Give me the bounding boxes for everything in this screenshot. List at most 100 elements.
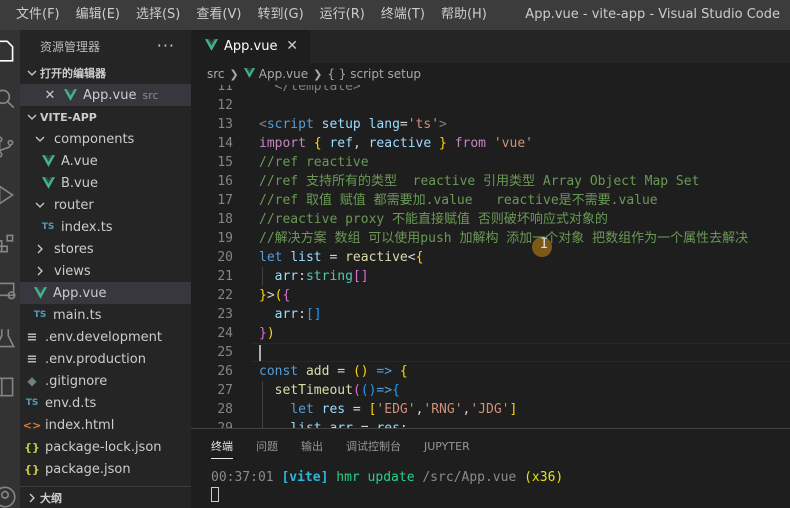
breadcrumb-item-symbol[interactable]: { } script setup [327, 67, 421, 81]
tree-item-5[interactable]: stores [20, 238, 191, 260]
chevron-down-icon [32, 134, 48, 144]
vue-icon [243, 67, 255, 81]
code-token: const [259, 364, 299, 379]
code-line[interactable]: 20 let list = reactive<{ [191, 248, 790, 267]
tree-item-3[interactable]: router [20, 194, 191, 216]
tree-item-1[interactable]: A.vue [20, 150, 191, 172]
outline-header[interactable]: 大纲 [20, 486, 191, 508]
html-icon: <> [22, 418, 42, 432]
code-token: } [439, 136, 447, 151]
code-line[interactable]: 25 [191, 343, 790, 362]
code-token: [] [352, 269, 369, 284]
tree-item-7[interactable]: App.vue [20, 282, 191, 304]
code-line[interactable]: 17 //ref 取值 赋值 都需要加.value reactive是不需要.va… [191, 191, 790, 210]
tree-item-15[interactable]: {} package.json [20, 458, 191, 480]
breadcrumb-item-file[interactable]: App.vue [259, 67, 308, 81]
source-control-icon[interactable] [0, 128, 20, 164]
code-token: 'vue' [493, 136, 533, 151]
tree-item-9[interactable]: ≡ .env.development [20, 326, 191, 348]
tree-item-10[interactable]: ≡ .env.production [20, 348, 191, 370]
line-number: 29 [191, 419, 233, 428]
code-token: //解决方案 数组 可以使用push 加解构 添加一个对象 把数组作为一个属性去… [259, 231, 749, 246]
project-header[interactable]: VITE-APP [20, 106, 191, 128]
tree-item-0[interactable]: components [20, 128, 191, 150]
code-line[interactable]: 27 setTimeout(()=>{ [191, 381, 790, 400]
code-token: ( [352, 383, 361, 398]
panel-tab-3[interactable]: 调试控制台 [346, 429, 401, 465]
code-token: 'JDG' [470, 402, 510, 417]
run-debug-icon[interactable] [0, 176, 20, 212]
code-line[interactable]: 11 </template> [191, 85, 790, 96]
explorer-icon[interactable] [0, 32, 20, 68]
code-line[interactable]: 26 const add = () => { [191, 362, 790, 381]
remote-explorer-icon[interactable] [0, 272, 20, 308]
code-token: arr [329, 421, 352, 428]
file-tree: components A.vue B.vue router TS index.ts stor… [20, 128, 191, 480]
open-editor-item-app-vue[interactable]: ✕ App.vue src [20, 84, 191, 106]
search-icon[interactable] [0, 80, 20, 116]
notebook-icon[interactable] [0, 368, 20, 404]
tree-item-label: stores [54, 241, 94, 257]
menu-item-0[interactable]: 文件(F) [0, 0, 68, 30]
code-line[interactable]: 29 list.arr = res; [191, 419, 790, 428]
code-line[interactable]: 14 import { ref, reactive } from 'vue' [191, 134, 790, 153]
menu-item-4[interactable]: 转到(G) [249, 0, 311, 30]
code-line[interactable]: 18 //reactive proxy 不能直接赋值 否则破坏响应式对象的 [191, 210, 790, 229]
code-line[interactable]: 15 //ref reactive [191, 153, 790, 172]
menu-item-7[interactable]: 帮助(H) [433, 0, 495, 30]
terminal-cursor[interactable] [211, 487, 219, 502]
tree-item-2[interactable]: B.vue [20, 172, 191, 194]
code-token: add [305, 364, 330, 379]
code-line[interactable]: 19 //解决方案 数组 可以使用push 加解构 添加一个对象 把数组作为一个属… [191, 229, 790, 248]
close-icon[interactable]: ✕ [42, 88, 58, 103]
breadcrumb-item-src[interactable]: src [207, 67, 225, 81]
code-token: = [345, 402, 369, 417]
tree-item-6[interactable]: views [20, 260, 191, 282]
menu-item-6[interactable]: 终端(T) [373, 0, 433, 30]
close-icon[interactable]: ✕ [286, 38, 298, 54]
extensions-icon[interactable] [0, 224, 20, 260]
tree-item-13[interactable]: <> index.html [20, 414, 191, 436]
code-line[interactable]: 22}>({ [191, 286, 790, 305]
code-line[interactable]: 21 arr:string[] [191, 267, 790, 286]
panel-tab-4[interactable]: JUPYTER [424, 429, 470, 465]
account-icon[interactable] [0, 478, 20, 508]
tree-item-11[interactable]: ◆ .gitignore [20, 370, 191, 392]
vue-icon [32, 287, 48, 299]
tree-item-12[interactable]: TS env.d.ts [20, 392, 191, 414]
tree-item-8[interactable]: TS main.ts [20, 304, 191, 326]
chevron-right-icon: ❯ [229, 67, 239, 81]
ts-icon: TS [41, 222, 55, 232]
more-actions-icon[interactable]: ··· [157, 38, 175, 54]
code-line[interactable]: 16 //ref 支持所有的类型 reactive 引用类型 Array Obje… [191, 172, 790, 191]
menu-item-5[interactable]: 运行(R) [312, 0, 373, 30]
code-line[interactable]: 23 arr:[] [191, 305, 790, 324]
code-editor[interactable]: 11 </template> 12 13 <script setup lang='ts… [191, 85, 790, 428]
menu-item-1[interactable]: 编辑(E) [68, 0, 128, 30]
code-line[interactable]: 28 let res = ['EDG','RNG','JDG'] [191, 400, 790, 419]
panel-tab-1[interactable]: 问题 [256, 429, 278, 465]
code-token: from [454, 136, 487, 151]
code-text: }) [259, 324, 275, 343]
panel-tab-2[interactable]: 输出 [301, 429, 323, 465]
tree-item-14[interactable]: {} package-lock.json [20, 436, 191, 458]
code-line[interactable]: 12 [191, 96, 790, 115]
activity-bar [0, 30, 20, 508]
code-line[interactable]: 13 <script setup lang='ts'> [191, 115, 790, 134]
tree-item-label: views [54, 263, 91, 279]
tree-item-4[interactable]: TS index.ts [20, 216, 191, 238]
menu-item-2[interactable]: 选择(S) [128, 0, 188, 30]
line-number: 26 [217, 364, 233, 379]
testing-icon[interactable] [0, 320, 20, 356]
editor-tab-bar: App.vue ✕ [191, 30, 790, 63]
open-editors-header[interactable]: 打开的编辑器 [20, 62, 191, 84]
menu-item-3[interactable]: 查看(V) [188, 0, 249, 30]
code-token: import [259, 136, 306, 151]
tab-app-vue[interactable]: App.vue ✕ [191, 30, 310, 63]
code-line[interactable]: 24}) [191, 324, 790, 343]
panel-tab-0[interactable]: 终端 [211, 429, 233, 465]
